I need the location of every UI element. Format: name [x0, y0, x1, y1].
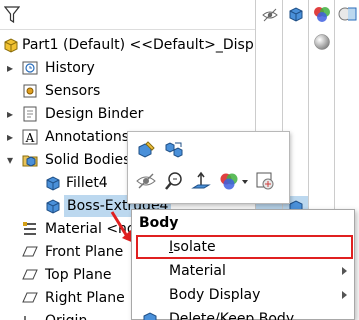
tree-item-sensors[interactable]: Sensors	[0, 80, 255, 102]
expander-icon[interactable]: ▸	[5, 107, 15, 121]
svg-text:A: A	[25, 131, 35, 145]
display-mode-header-icon[interactable]	[287, 5, 305, 23]
tree-root-part[interactable]: Part1 (Default) <<Default>_Display S	[0, 34, 255, 56]
plane-icon	[22, 292, 38, 303]
part-icon	[4, 38, 18, 53]
tree-item-label: Right Plane	[45, 290, 125, 306]
tree-item-label: Design Binder	[45, 106, 144, 122]
solid-body-icon	[46, 199, 60, 214]
plane-icon	[22, 269, 38, 280]
context-menu: Body Isolate Material Body Display Delet…	[131, 209, 355, 320]
history-icon	[22, 61, 38, 75]
tree-item-label: Origin	[45, 310, 87, 320]
solid-body-icon	[46, 176, 60, 191]
menu-item-delete-keep-body[interactable]: Delete/Keep Body	[133, 307, 353, 320]
tree-item-label: Sensors	[45, 83, 101, 99]
menu-item-material[interactable]: Material	[133, 259, 353, 283]
tree-item-label: History	[45, 60, 95, 76]
annotations-icon: A	[22, 129, 38, 145]
zoom-to-selection-icon[interactable]	[163, 170, 185, 192]
submenu-arrow-icon	[342, 267, 347, 275]
expander-icon[interactable]: ▸	[5, 61, 15, 75]
menu-item-isolate[interactable]: Isolate	[133, 235, 353, 259]
hide-body-icon[interactable]	[135, 170, 157, 192]
normal-to-icon[interactable]	[190, 170, 212, 192]
tree-item-design-binder[interactable]: ▸ Design Binder	[0, 103, 255, 125]
tree-item-history[interactable]: ▸ History	[0, 57, 255, 79]
menu-item-label: Material	[169, 263, 226, 279]
appearance-sphere-icon[interactable]	[313, 33, 331, 51]
origin-icon	[24, 316, 26, 320]
solid-bodies-folder-icon	[22, 155, 38, 167]
appearance-header-icon[interactable]	[312, 4, 332, 24]
menu-header: Body	[139, 215, 179, 231]
tree-item-label: Fillet4	[66, 175, 108, 191]
expander-icon[interactable]: ▾	[5, 153, 15, 167]
hide-show-header-icon[interactable]	[261, 6, 279, 24]
transparency-header-icon[interactable]	[338, 5, 358, 23]
appearance-icon[interactable]	[218, 170, 240, 192]
design-binder-icon	[23, 106, 37, 122]
tree-item-label: Material <no	[45, 221, 136, 237]
delete-keep-body-icon	[143, 312, 157, 320]
menu-item-label: Body Display	[169, 287, 261, 303]
tree-item-label: Front Plane	[45, 244, 124, 260]
sensors-icon	[23, 84, 37, 98]
menu-item-label: Isolate	[169, 239, 216, 255]
part-name-label: Part1 (Default) <<Default>_Display S	[22, 37, 255, 53]
submenu-arrow-icon	[342, 291, 347, 299]
display-states-icon[interactable]	[254, 170, 276, 192]
dropdown-arrow-icon[interactable]	[240, 170, 250, 192]
menu-item-body-display[interactable]: Body Display	[133, 283, 353, 307]
expander-icon[interactable]: ▸	[5, 130, 15, 144]
filter-icon[interactable]	[4, 5, 20, 25]
edit-feature-icon[interactable]	[135, 139, 157, 161]
plane-icon	[22, 246, 38, 257]
filter-bar	[0, 0, 255, 30]
copy-body-icon[interactable]	[163, 139, 185, 161]
tree-item-label: Annotations	[45, 129, 130, 145]
material-icon	[23, 222, 36, 235]
context-toolbar	[127, 131, 290, 204]
menu-item-label: Delete/Keep Body	[169, 311, 295, 320]
tree-item-label: Top Plane	[45, 267, 112, 283]
